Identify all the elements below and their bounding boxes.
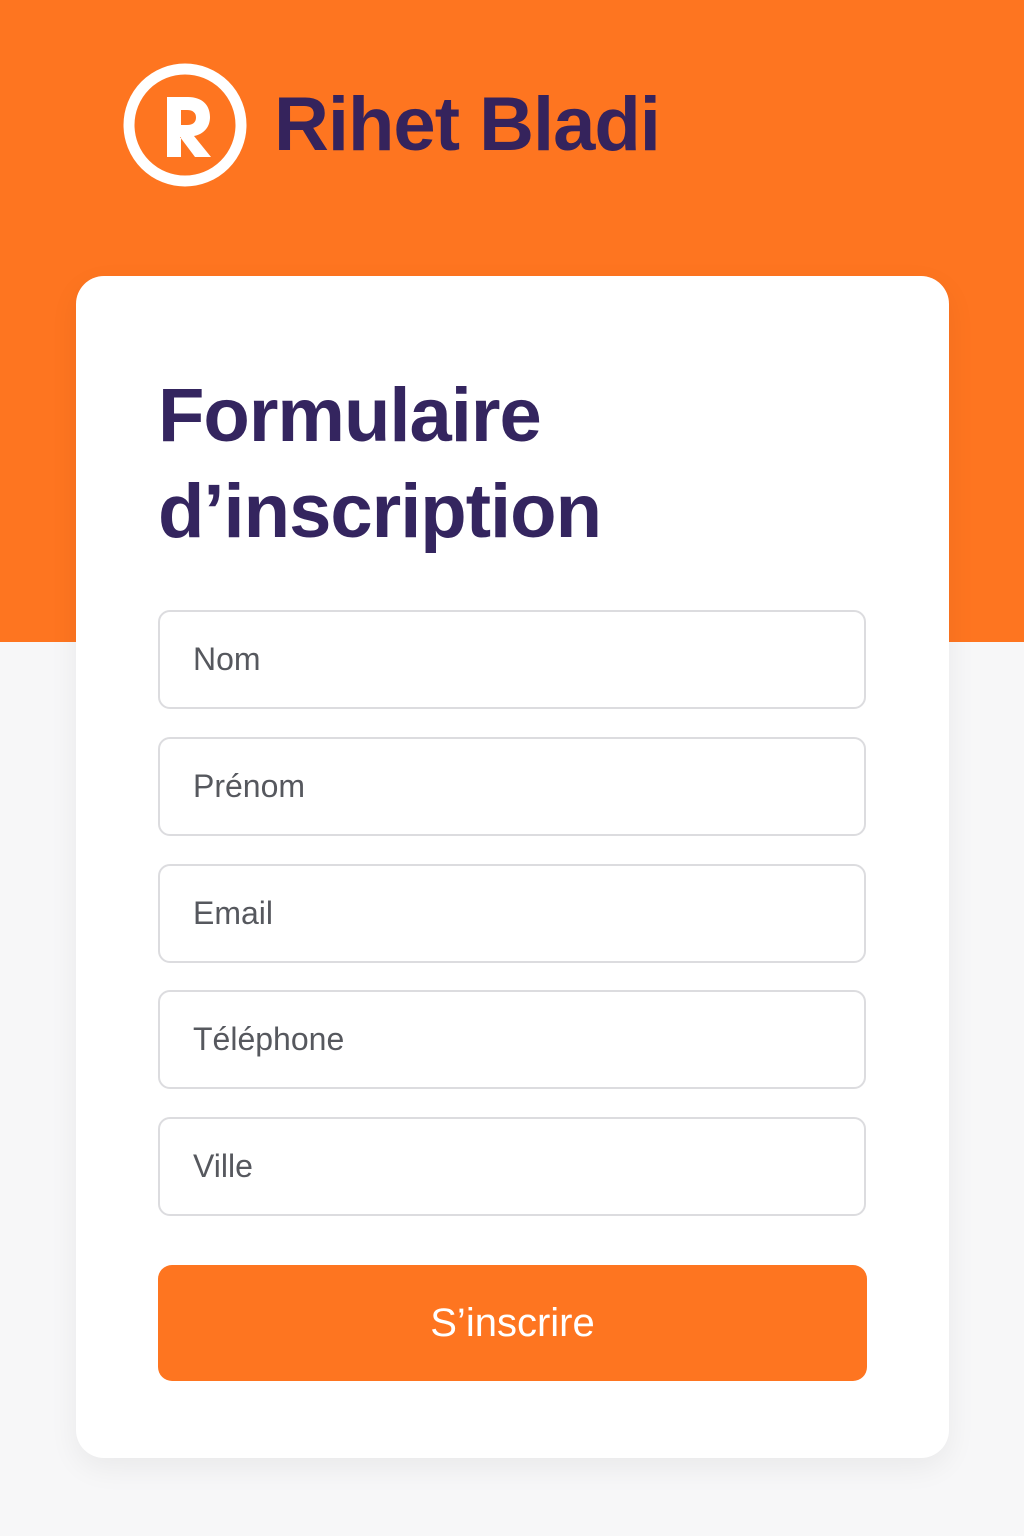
brand-name: Rihet Bladi [274, 82, 661, 167]
telephone-input[interactable] [158, 990, 866, 1089]
form-title: Formulaire d’inscription [158, 373, 602, 554]
registration-card: Formulaire d’inscription S’inscrire [76, 276, 949, 1458]
signup-button[interactable]: S’inscrire [158, 1265, 867, 1381]
r-circle-logo-icon [123, 63, 247, 187]
ville-input[interactable] [158, 1117, 866, 1216]
email-input[interactable] [158, 864, 866, 963]
nom-input[interactable] [158, 610, 866, 709]
prenom-input[interactable] [158, 737, 866, 836]
brand[interactable]: Rihet Bladi [122, 62, 661, 188]
